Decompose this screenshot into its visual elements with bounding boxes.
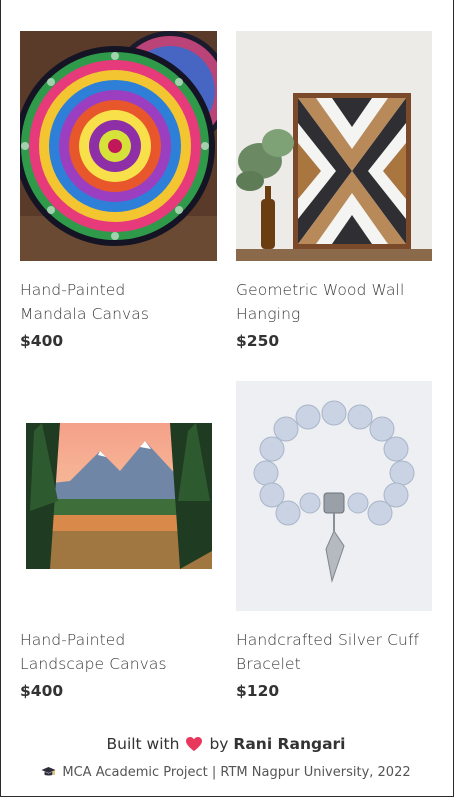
product-title-line: Hanging — [236, 305, 301, 323]
landscape-image[interactable] — [20, 381, 217, 611]
product-title[interactable]: Handcrafted Silver Cuff Bracelet — [236, 628, 432, 676]
by-text: by — [209, 735, 229, 753]
built-with-text: Built with — [106, 735, 180, 753]
product-price: $400 — [20, 332, 64, 350]
product-price: $250 — [236, 332, 280, 350]
product-title[interactable]: Geometric Wood Wall Hanging — [236, 278, 432, 326]
author-name: Rani Rangari — [233, 735, 346, 753]
product-title-line: Hand-Painted — [20, 631, 126, 649]
product-title-line: Handcrafted Silver Cuff — [236, 631, 420, 649]
bracelet-image[interactable] — [236, 381, 432, 611]
product-price: $120 — [236, 682, 280, 700]
heart-icon — [185, 736, 203, 758]
graduation-cap-icon — [41, 766, 56, 784]
product-card[interactable]: Hand-Painted Landscape Canvas $400 — [20, 381, 217, 711]
product-title-line: Hand-Painted — [20, 281, 126, 299]
built-with-line: Built with by Rani Rangari — [0, 733, 452, 758]
product-title-line: Geometric Wood Wall — [236, 281, 405, 299]
product-card[interactable]: Hand-Painted Mandala Canvas $400 — [20, 31, 217, 381]
product-card[interactable]: Geometric Wood Wall Hanging $250 — [236, 31, 432, 381]
product-title-line: Landscape Canvas — [20, 655, 167, 673]
wood-wall-art-image[interactable] — [236, 31, 432, 261]
product-title[interactable]: Hand-Painted Landscape Canvas — [20, 628, 217, 676]
product-title-line: Mandala Canvas — [20, 305, 150, 323]
product-title-line: Bracelet — [236, 655, 301, 673]
mandala-image[interactable] — [20, 31, 217, 261]
product-price: $400 — [20, 682, 64, 700]
project-text: MCA Academic Project | RTM Nagpur Univer… — [62, 765, 411, 780]
product-grid: Hand-Painted Mandala Canvas $400 Geometr… — [20, 31, 432, 711]
product-title[interactable]: Hand-Painted Mandala Canvas — [20, 278, 217, 326]
project-line: MCA Academic Project | RTM Nagpur Univer… — [0, 764, 452, 784]
product-card[interactable]: Handcrafted Silver Cuff Bracelet $120 — [236, 381, 432, 711]
footer: Built with by Rani Rangari MCA Academic P… — [0, 733, 452, 784]
